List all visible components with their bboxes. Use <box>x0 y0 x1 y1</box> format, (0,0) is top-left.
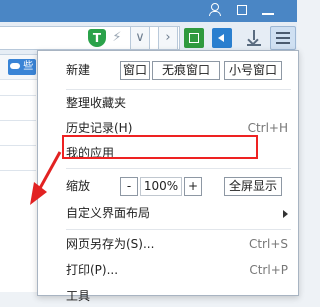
menu-separator <box>66 229 291 230</box>
tools-label: 工具 <box>66 289 91 303</box>
main-menu-button[interactable] <box>270 26 296 50</box>
go-forward-button[interactable]: › <box>158 26 178 50</box>
download-icon[interactable] <box>244 28 264 48</box>
menu-row-zoom: 缩放 - 100% + 全屏显示 <box>38 175 300 197</box>
menu-row-new: 新建 窗口 无痕窗口 小号窗口 <box>38 59 300 81</box>
print-shortcut: Ctrl+P <box>249 263 288 277</box>
menu-item-save-as[interactable]: 网页另存为(S)... Ctrl+S <box>38 233 300 255</box>
menu-new-label: 新建 <box>66 63 91 77</box>
new-incognito-window-button[interactable]: 无痕窗口 <box>152 61 220 80</box>
minimize-icon[interactable] <box>262 3 274 15</box>
menu-separator <box>66 168 291 169</box>
new-alt-account-window-button[interactable]: 小号窗口 <box>224 61 282 80</box>
page-background-lines <box>0 95 36 195</box>
zoom-in-button[interactable]: + <box>184 177 202 196</box>
customize-layout-label: 自定义界面布局 <box>66 206 151 220</box>
fullscreen-button[interactable]: 全屏显示 <box>224 177 282 196</box>
new-window-button[interactable]: 窗口 <box>120 61 150 80</box>
favorites-item[interactable]: 些 <box>8 59 36 75</box>
cloud-icon <box>10 63 20 69</box>
zoom-label: 缩放 <box>66 179 91 193</box>
address-dropdown-button[interactable]: ∨ <box>130 26 150 50</box>
security-shield-icon[interactable]: T <box>88 29 106 47</box>
submenu-arrow-icon <box>283 210 288 218</box>
save-as-shortcut: Ctrl+S <box>248 237 288 251</box>
menu-item-customize-layout[interactable]: 自定义界面布局 <box>38 202 300 224</box>
menu-separator <box>66 89 291 90</box>
title-bar <box>0 0 297 22</box>
main-dropdown-menu: 新建 窗口 无痕窗口 小号窗口 整理收藏夹 历史记录(H) Ctrl+H 我的应… <box>37 50 300 303</box>
skin-icon[interactable] <box>236 3 248 15</box>
user-icon[interactable] <box>208 3 221 16</box>
print-label: 打印(P)... <box>66 263 119 277</box>
screenshot-icon[interactable] <box>184 28 204 48</box>
organize-favorites-label: 整理收藏夹 <box>66 96 127 110</box>
menu-item-organize-favorites[interactable]: 整理收藏夹 <box>38 92 300 114</box>
sound-icon[interactable] <box>212 28 232 48</box>
menu-item-print[interactable]: 打印(P)... Ctrl+P <box>38 259 300 281</box>
zoom-out-button[interactable]: - <box>120 177 138 196</box>
menu-item-tools[interactable]: 工具 <box>38 285 300 307</box>
favorites-item-label: 些 <box>23 61 34 72</box>
speed-mode-icon[interactable]: ⚡ <box>110 29 124 47</box>
highlight-box <box>62 135 258 159</box>
zoom-value: 100% <box>140 177 182 196</box>
save-as-label: 网页另存为(S)... <box>66 237 155 251</box>
